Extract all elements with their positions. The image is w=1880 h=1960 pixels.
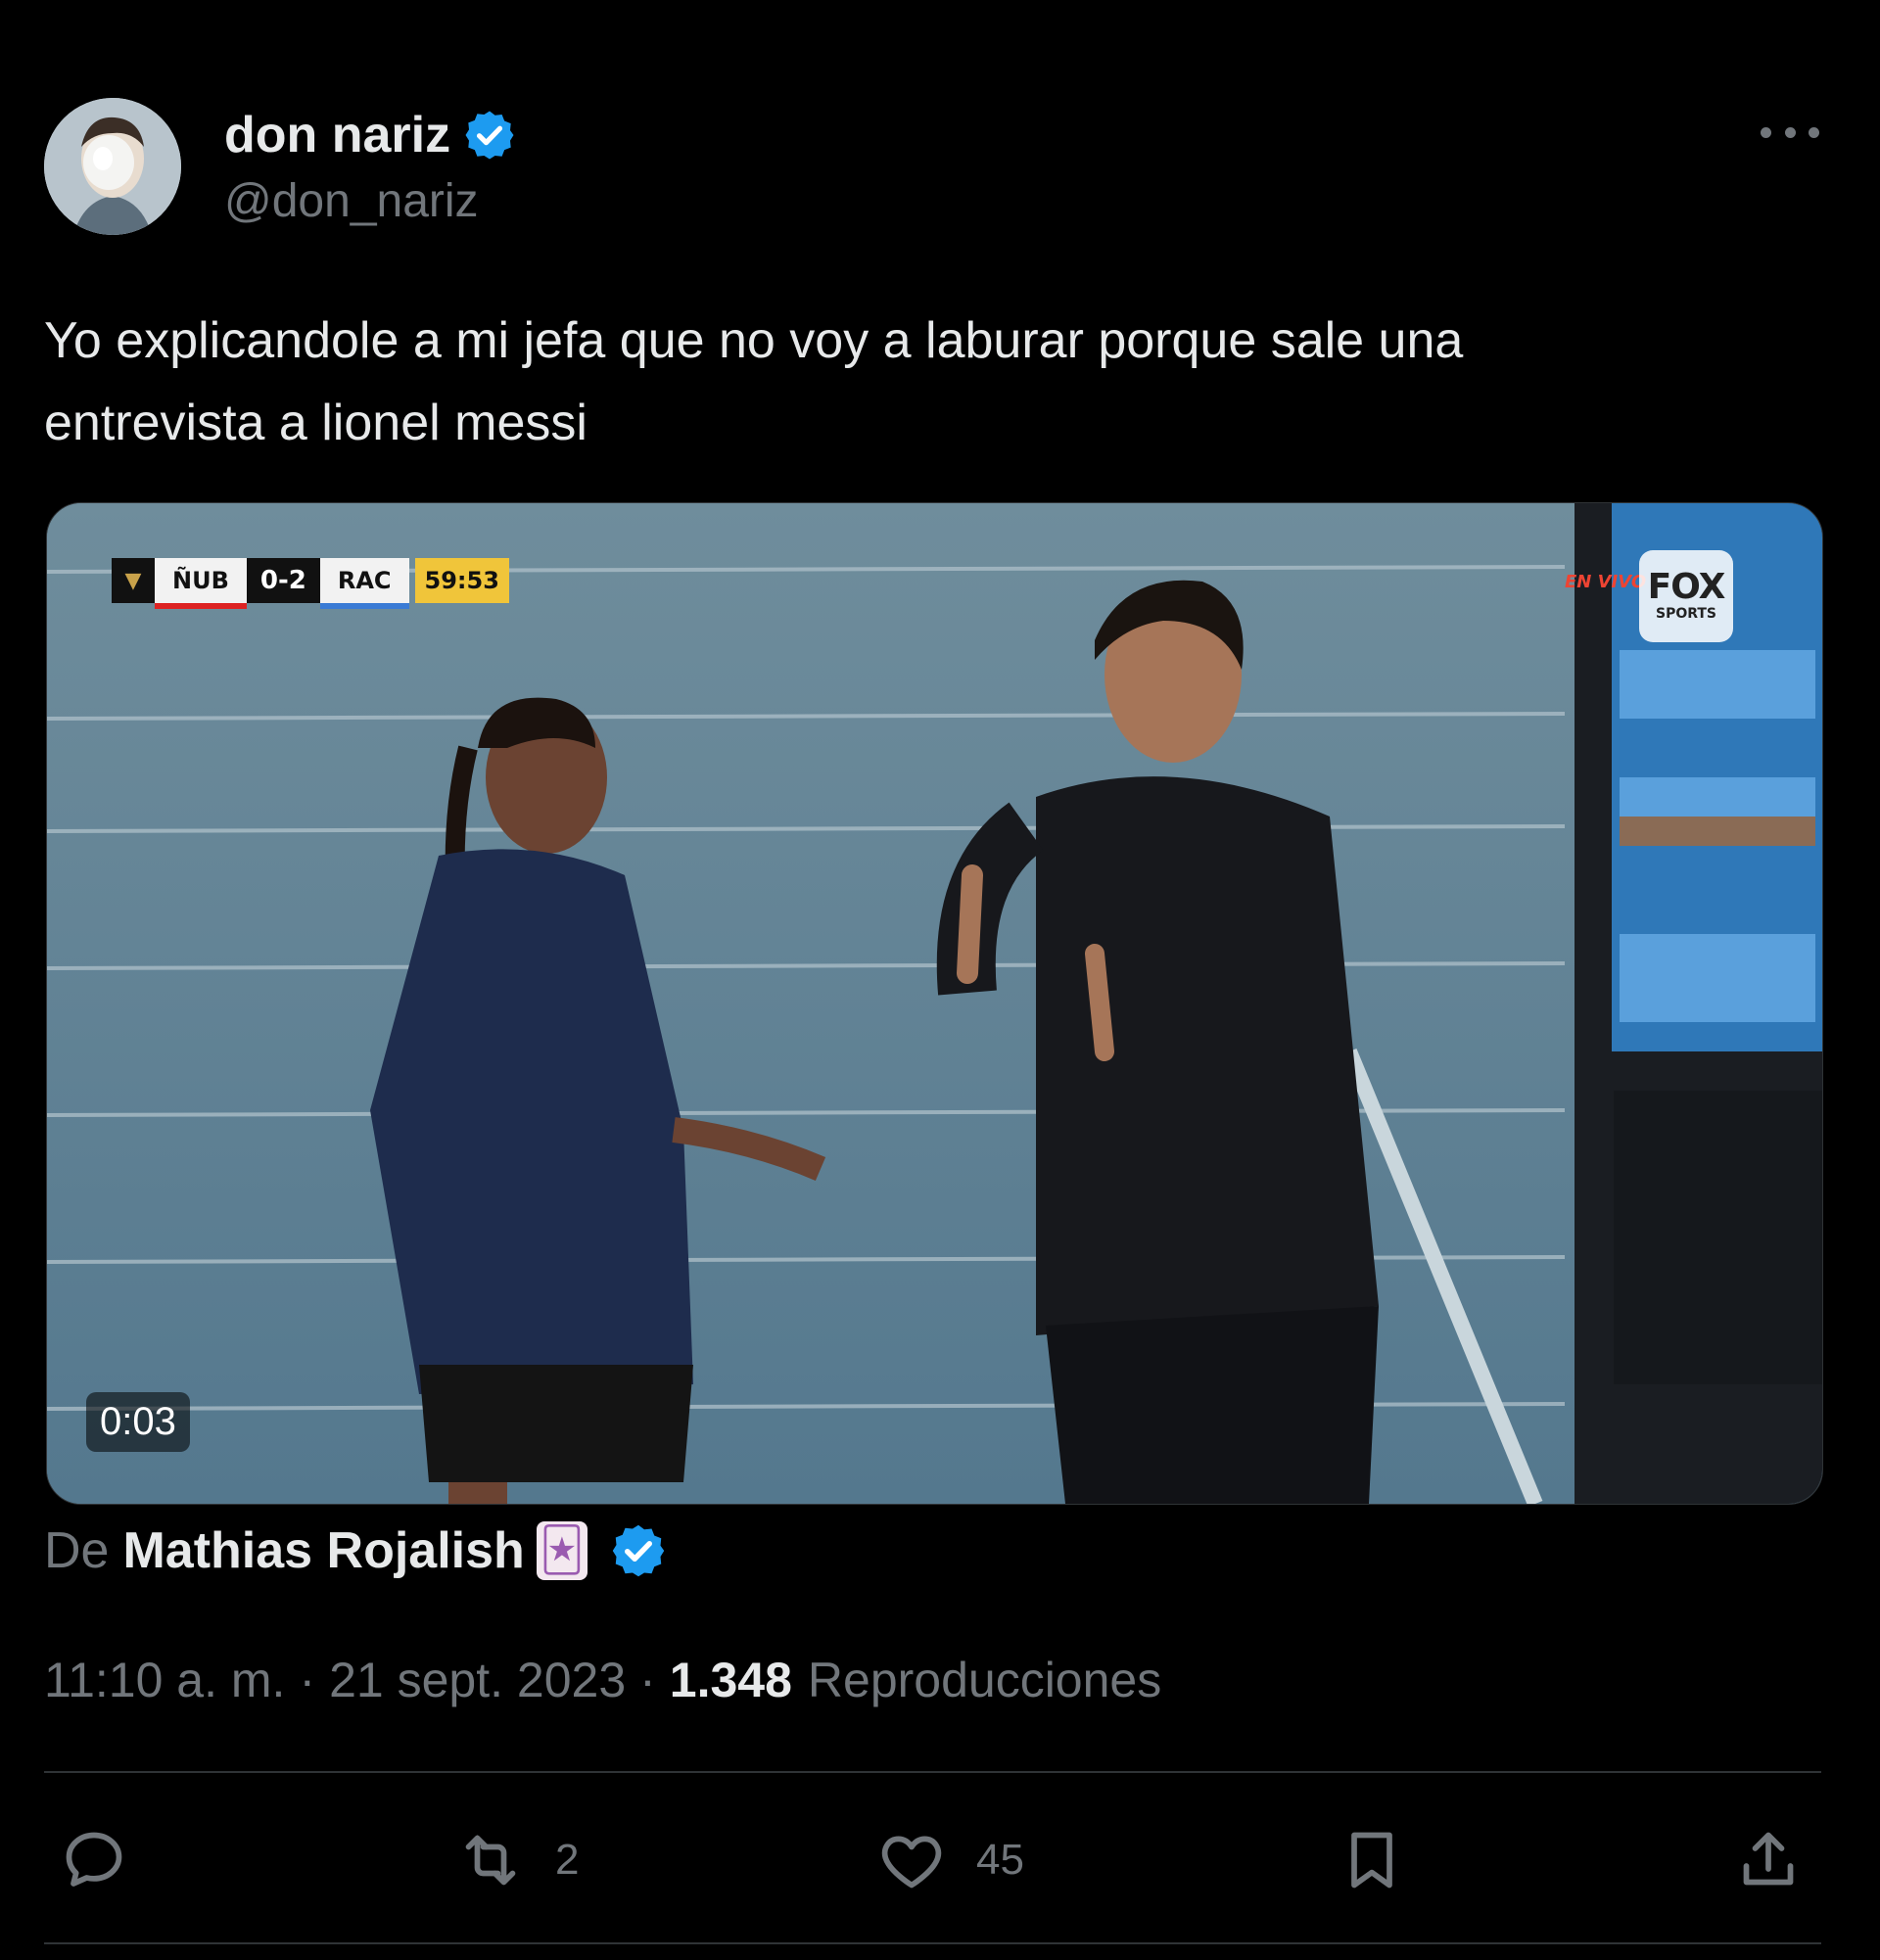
attribution-prefix: De: [44, 1522, 110, 1579]
more-options-icon[interactable]: [1761, 116, 1819, 149]
author-handle[interactable]: @don_nariz: [224, 174, 479, 229]
scoreboard-score: 0-2: [246, 558, 320, 603]
views-count: 1.348: [669, 1653, 792, 1707]
scoreboard-overlay: ▼ ÑUB 0-2 RAC 59:53: [112, 558, 509, 609]
tweet-time[interactable]: 11:10 a. m.: [44, 1651, 285, 1709]
more-dot: [1809, 126, 1819, 138]
tweet-meta: 11:10 a. m. · 21 sept. 2023 · 1.348 Repr…: [44, 1651, 1161, 1709]
divider: [44, 1771, 1821, 1773]
video-player[interactable]: ▼ ÑUB 0-2 RAC 59:53 EN VIVO FOX SPORTS 0…: [46, 502, 1823, 1505]
retweet-icon: [465, 1835, 516, 1886]
broadcaster-line2: SPORTS: [1655, 606, 1717, 622]
author-display-name[interactable]: don nariz: [224, 106, 517, 164]
divider: [44, 1942, 1821, 1944]
retweet-count: 2: [555, 1836, 580, 1884]
video-duration: 0:03: [86, 1392, 190, 1452]
tweet-text: Yo explicandole a mi jefa que no voy a l…: [44, 312, 1464, 451]
share-icon: [1743, 1832, 1794, 1886]
display-name-text: don nariz: [224, 107, 451, 163]
broadcaster-line1: FOX: [1647, 567, 1726, 607]
more-dot: [1761, 126, 1771, 138]
live-label: EN VIVO: [1565, 572, 1647, 592]
like-button[interactable]: 45: [876, 1816, 1024, 1904]
joker-emoji-icon: 🃏: [536, 1521, 588, 1580]
bookmark-icon: [1351, 1832, 1392, 1889]
more-dot: [1784, 126, 1796, 138]
reply-button[interactable]: [59, 1816, 129, 1904]
attribution-name[interactable]: Mathias Rojalish: [122, 1517, 524, 1584]
tweet-date[interactable]: 21 sept. 2023: [329, 1651, 626, 1709]
verified-badge-icon[interactable]: [462, 108, 517, 163]
video-attribution[interactable]: De Mathias Rojalish 🃏: [44, 1517, 668, 1584]
video-frame: [47, 503, 1822, 1504]
author-avatar[interactable]: [44, 98, 181, 235]
action-bar: 2 45: [44, 1816, 1821, 1904]
retweet-button[interactable]: 2: [455, 1816, 579, 1904]
like-count: 45: [976, 1836, 1024, 1884]
avatar-image: [44, 98, 181, 235]
verified-badge-icon[interactable]: [609, 1521, 668, 1580]
trophy-icon: ▼: [112, 558, 155, 603]
share-button[interactable]: [1733, 1816, 1804, 1904]
views-label: Reproducciones: [807, 1653, 1162, 1707]
reply-icon: [66, 1832, 122, 1887]
broadcaster-logo: FOX SPORTS: [1639, 550, 1733, 642]
heart-icon: [881, 1836, 942, 1889]
scoreboard-home-team: ÑUB: [155, 558, 247, 609]
meta-separator: ·: [639, 1653, 656, 1707]
bookmark-button[interactable]: [1337, 1816, 1407, 1904]
scoreboard-clock: 59:53: [414, 558, 509, 603]
scoreboard-away-team: RAC: [319, 558, 409, 609]
meta-separator: ·: [299, 1653, 316, 1707]
